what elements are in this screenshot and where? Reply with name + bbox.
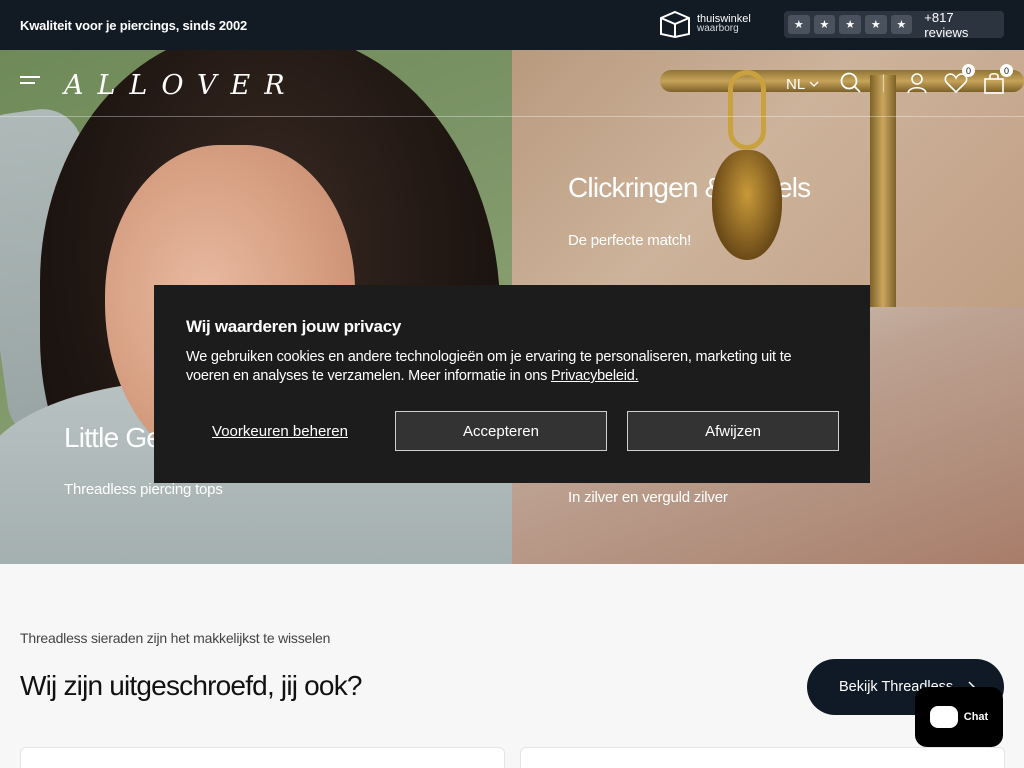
section-title: Wij zijn uitgeschroefd, jij ook? bbox=[20, 670, 362, 701]
cookie-body-text: We gebruiken cookies en andere technolog… bbox=[186, 349, 792, 384]
reject-button[interactable]: Afwijzen bbox=[627, 411, 839, 451]
hero-tr-subtitle: De perfecte match! bbox=[568, 232, 692, 249]
menu-icon[interactable] bbox=[20, 76, 40, 90]
star-icon: ★ bbox=[890, 15, 913, 34]
account-icon[interactable] bbox=[904, 70, 930, 96]
privacy-policy-link[interactable]: Privacybeleid. bbox=[551, 368, 639, 384]
thuiswinkel-trustmark[interactable]: thuiswinkel waarborg bbox=[659, 10, 751, 38]
reviews-count: +817 reviews bbox=[924, 9, 969, 40]
hero-left-title: Little Ge bbox=[64, 422, 162, 453]
trustmark-text: thuiswinkel waarborg bbox=[697, 14, 751, 34]
logo[interactable]: ALLOVER bbox=[64, 70, 299, 101]
hero-left-subtitle: Threadless piercing tops bbox=[64, 481, 223, 498]
section-kicker: Threadless sieraden zijn het makkelijkst… bbox=[20, 630, 331, 646]
header-divider bbox=[883, 74, 884, 92]
star-icon: ★ bbox=[864, 15, 887, 34]
cart-count-badge: 0 bbox=[1000, 64, 1013, 77]
wishlist-button[interactable]: 0 bbox=[943, 64, 975, 96]
box-icon bbox=[660, 10, 690, 38]
announcement-bar: Kwaliteit voor je piercings, sinds 2002 … bbox=[0, 0, 1024, 50]
cookie-consent-dialog: Wij waarderen jouw privacy We gebruiken … bbox=[154, 285, 870, 483]
trustmark-line2: waarborg bbox=[697, 23, 739, 34]
cookie-body: We gebruiken cookies en andere technolog… bbox=[186, 348, 838, 386]
star-icon: ★ bbox=[813, 15, 836, 34]
star-icon: ★ bbox=[839, 15, 861, 34]
hero-br-subtitle: In zilver en verguld zilver bbox=[568, 489, 728, 506]
hero-image-bee-charm bbox=[712, 150, 782, 260]
language-label: NL bbox=[786, 75, 806, 93]
chat-button[interactable]: Chat bbox=[915, 687, 1003, 747]
chat-label: Chat bbox=[963, 711, 989, 723]
wishlist-count-badge: 0 bbox=[962, 64, 975, 77]
reviews-widget[interactable]: ★ ★ ★ ★ ★ +817 reviews bbox=[784, 9, 1004, 40]
manage-preferences-button[interactable]: Voorkeuren beheren bbox=[186, 411, 374, 451]
cookie-actions: Voorkeuren beheren Accepteren Afwijzen bbox=[186, 411, 839, 451]
chat-bubble-icon bbox=[929, 706, 958, 728]
chevron-down-icon bbox=[809, 81, 819, 87]
accept-button[interactable]: Accepteren bbox=[395, 411, 607, 451]
search-icon[interactable] bbox=[838, 70, 864, 96]
star-icon: ★ bbox=[788, 15, 810, 34]
tagline: Kwaliteit voor je piercings, sinds 2002 bbox=[20, 17, 248, 33]
product-card[interactable] bbox=[520, 747, 1005, 768]
language-selector[interactable]: NL bbox=[786, 70, 819, 98]
product-card[interactable] bbox=[20, 747, 505, 768]
site-header: ALLOVER NL 0 0 bbox=[0, 50, 1024, 117]
cookie-title: Wij waarderen jouw privacy bbox=[186, 317, 402, 336]
cart-button[interactable]: 0 bbox=[981, 64, 1013, 96]
